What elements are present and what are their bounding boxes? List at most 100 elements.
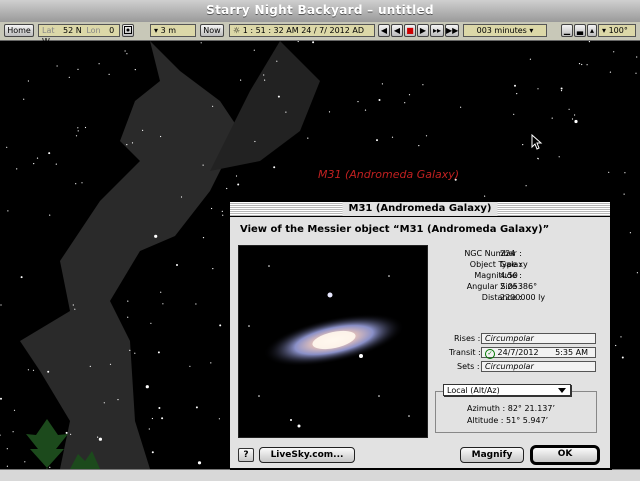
lat-value: 52 N [63,26,82,35]
star [328,111,331,113]
distance-value: 2200000 ly [500,293,546,302]
chevron-down-icon: ▾ [529,26,534,35]
star [364,109,367,111]
play-icon: ▸▸ [432,26,442,35]
lat-label: Lat [42,26,55,35]
zoom-in-button[interactable]: ▃ [574,24,586,37]
time-step-forward-button[interactable]: ▶ [417,24,429,37]
star [297,41,299,43]
zoom-in-icon: ▃ [576,26,584,35]
star [615,344,617,347]
star [142,129,144,131]
location-menu-button[interactable] [122,24,134,37]
star [253,49,255,51]
lon-label: Lon [86,26,101,35]
star [537,88,539,90]
star [48,152,51,155]
time-rewind-button[interactable]: ◀ [378,24,390,37]
angular-size-value: 2.05386° [500,282,538,291]
time-fast-forward-button[interactable]: ▶▶ [445,24,459,37]
magnify-button[interactable]: Magnify [460,447,524,463]
ok-button[interactable]: OK [530,445,600,465]
star [240,79,242,81]
star [636,272,639,274]
star [551,117,553,119]
transit-label: Transit : [449,348,481,357]
star [621,356,624,359]
help-button[interactable]: ? [238,448,254,462]
livesky-button[interactable]: LiveSky.com... [259,447,355,463]
star [98,63,100,65]
window-title-bar[interactable]: Starry Night Backyard – untitled [0,0,640,23]
star [516,93,518,95]
star [124,50,126,52]
star [33,163,35,165]
star [75,135,78,137]
time-play-button[interactable]: ▸▸ [430,24,444,37]
datetime-value: 1 : 51 : 32 AM 24 / 7/ 2012 AD [242,26,365,35]
coordinate-system-value: Local (Alt/Az) [447,386,500,395]
star [77,127,79,129]
star [176,264,178,266]
time-step-field[interactable]: 003 minutes ▾ [463,24,547,37]
status-strip [0,469,640,481]
zoom-extra-button[interactable]: ▴ [587,24,597,37]
now-button[interactable]: Now [200,24,224,37]
transit-time: 5:35 AM [555,348,589,357]
location-field[interactable]: Lat 52 N Lon 0 W [38,24,120,46]
star [23,98,25,100]
zoom-field[interactable]: ▾ 100° [598,24,636,37]
altitude-value: Altitude : 51° 5.947’ [467,416,549,425]
star [357,101,359,103]
star [131,142,134,144]
star [16,168,18,170]
object-info-dialog: M31 (Andromeda Galaxy) View of the Messi… [229,201,611,469]
star [513,113,515,115]
star [608,171,610,173]
star [160,291,162,293]
fast-forward-icon: ▶▶ [446,26,459,35]
datetime-field[interactable]: ☼ 1 : 51 : 32 AM 24 / 7/ 2012 AD [229,24,375,37]
star [68,76,70,78]
galaxy-image [238,245,428,438]
star [202,237,205,239]
star [629,232,632,234]
sets-field: Circumpolar [481,361,596,372]
star [381,83,383,85]
ngc-number-value: 224 [500,249,516,258]
toolbar: Home Lat 52 N Lon 0 W ▾ 3 m Now ☼ 1 : 51… [0,22,640,46]
star [36,157,39,159]
star [74,308,76,310]
star [276,60,278,62]
time-stop-button[interactable]: ■ [404,24,416,37]
coordinate-system-select[interactable]: Local (Alt/Az) [443,384,571,396]
chevron-down-icon: ▾ [602,26,607,35]
star [574,114,576,116]
dialog-title-bar[interactable]: M31 (Andromeda Galaxy) [230,202,610,217]
elevation-field[interactable]: ▾ 3 m [150,24,196,37]
star [378,99,381,101]
star [586,64,588,66]
star [27,369,29,371]
star [624,172,626,174]
star [312,41,315,44]
star [148,428,150,430]
clock-icon[interactable]: ✓ [485,349,495,359]
home-button[interactable]: Home [4,24,34,37]
star [84,126,87,129]
star [72,304,74,306]
star [525,185,527,187]
star [189,365,191,367]
star [134,352,136,354]
chevron-down-icon: ▾ [154,26,159,35]
star [460,106,462,108]
m31-sky-label[interactable]: M31 (Andromeda Galaxy) [318,168,459,181]
zoom-out-button[interactable]: ▁ [561,24,573,37]
time-step-back-button[interactable]: ◀ [391,24,403,37]
transit-field: ✓ 24/7/2012 5:35 AM [481,347,596,359]
andromeda-galaxy-picture [239,246,427,437]
star [221,210,223,212]
stop-icon: ■ [406,26,414,35]
star [162,303,164,305]
star [47,370,50,373]
